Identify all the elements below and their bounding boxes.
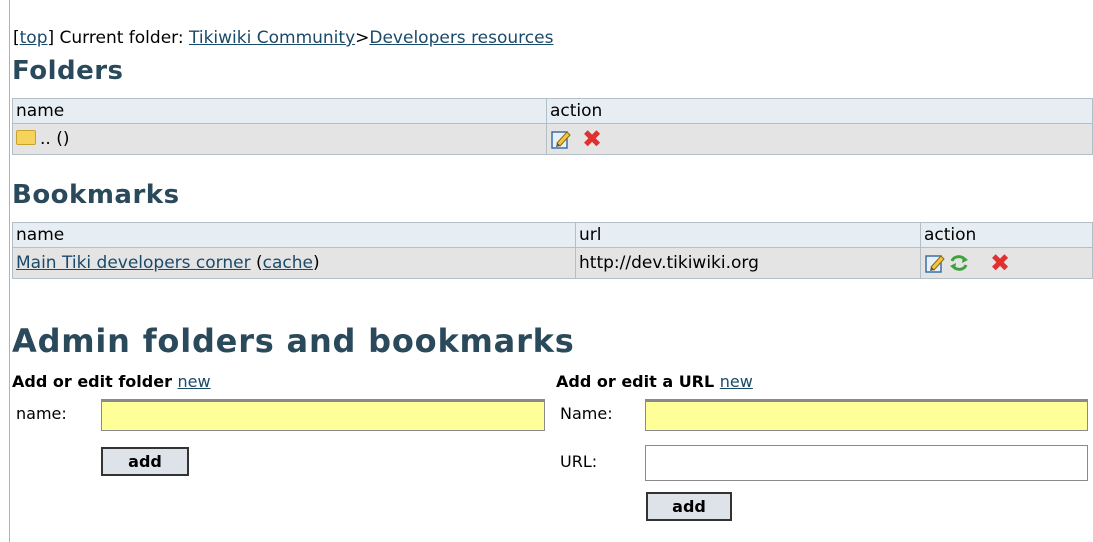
table-row: .. () ✖ [12, 123, 1093, 155]
folders-table: name action .. () ✖ [12, 98, 1093, 155]
url-label: URL: [560, 452, 598, 471]
folder-icon [16, 129, 36, 145]
cache-close-paren: ) [313, 253, 320, 273]
bookmarks-table: name url action Main Tiki developers cor… [12, 222, 1093, 279]
url-name-label: Name: [560, 404, 613, 423]
refresh-icon[interactable] [948, 252, 970, 274]
edit-icon[interactable] [550, 128, 572, 150]
bookmarks-col-url: url [575, 222, 921, 248]
table-row: Main Tiki developers corner (cache) http… [12, 247, 1093, 279]
folder-form-title-text: Add or edit folder [12, 372, 172, 391]
cache-link[interactable]: cache [263, 253, 313, 273]
bookmarks-col-action: action [920, 222, 1093, 248]
left-border [9, 0, 10, 542]
url-form-title-text: Add or edit a URL [556, 372, 715, 391]
breadcrumb-open: [ [13, 28, 20, 48]
folders-col-name: name [12, 98, 547, 124]
add-url-button[interactable]: add [646, 492, 732, 521]
add-folder-button[interactable]: add [101, 447, 189, 476]
breadcrumb-separator: > [355, 28, 370, 48]
bookmarks-heading: Bookmarks [12, 180, 180, 210]
folders-col-action: action [546, 98, 1093, 124]
delete-icon[interactable]: ✖ [990, 251, 1010, 275]
folder-form-title: Add or edit folder new [12, 372, 211, 391]
url-form-title: Add or edit a URL new [556, 372, 753, 391]
bookmark-url-cell: http://dev.tikiwiki.org [575, 247, 921, 279]
breadcrumb-current-label: ] Current folder: [47, 28, 189, 48]
bookmarks-col-name: name [12, 222, 576, 248]
folder-name-cell: .. () [12, 123, 547, 155]
url-input[interactable] [645, 445, 1088, 481]
folder-actions-cell: ✖ [546, 123, 1093, 155]
breadcrumb-folder-community[interactable]: Tikiwiki Community [189, 28, 355, 48]
bookmark-name-cell: Main Tiki developers corner (cache) [12, 247, 576, 279]
folders-heading: Folders [12, 56, 124, 86]
url-name-input[interactable] [645, 399, 1088, 431]
breadcrumb: [top] Current folder: Tikiwiki Community… [13, 28, 553, 48]
bookmark-actions-cell: ✖ [920, 247, 1093, 279]
new-url-link[interactable]: new [720, 372, 753, 391]
folder-name-input[interactable] [101, 399, 545, 431]
cache-open-paren: ( [250, 253, 263, 273]
folder-name-label: name: [16, 404, 67, 423]
delete-icon[interactable]: ✖ [582, 127, 602, 151]
bookmark-link[interactable]: Main Tiki developers corner [16, 253, 251, 273]
bookmarks-header-row: name url action [12, 222, 1093, 248]
folder-name: .. () [40, 129, 70, 149]
folders-header-row: name action [12, 98, 1093, 124]
new-folder-link[interactable]: new [178, 372, 211, 391]
admin-heading: Admin folders and bookmarks [12, 322, 575, 360]
edit-icon[interactable] [924, 252, 946, 274]
breadcrumb-folder-developers[interactable]: Developers resources [369, 28, 553, 48]
top-link[interactable]: top [20, 28, 48, 48]
